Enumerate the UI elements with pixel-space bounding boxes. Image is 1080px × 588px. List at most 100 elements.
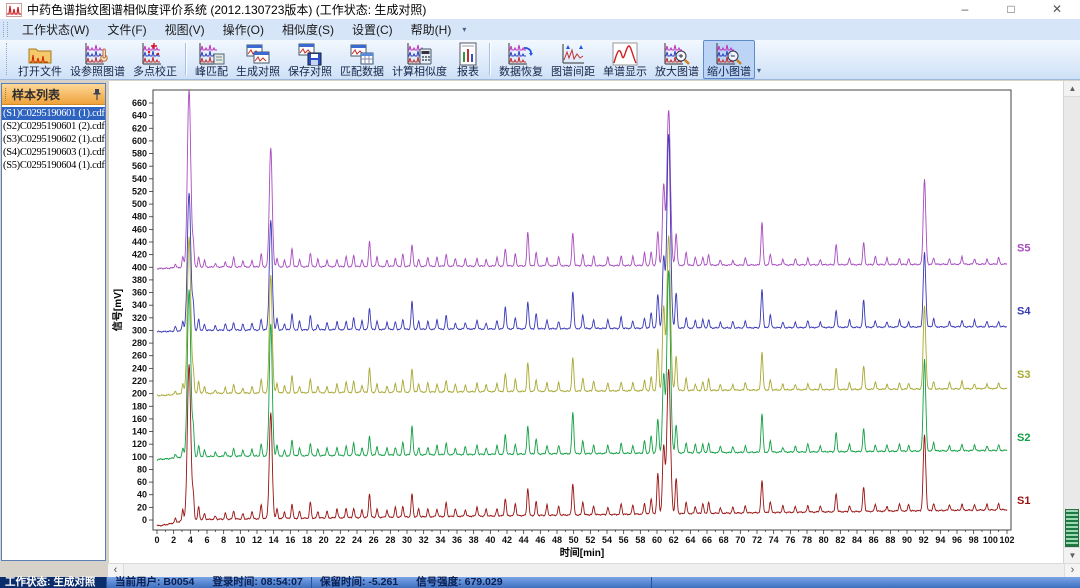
svg-text:10: 10 xyxy=(235,535,245,545)
trace-spacing-button[interactable]: 图谱间距 xyxy=(547,40,599,79)
sample-list: (S1)C0295190601 (1).cdf (S2)C0295190601 … xyxy=(2,105,105,560)
report-icon xyxy=(455,42,481,66)
svg-text:102: 102 xyxy=(999,535,1014,545)
svg-text:68: 68 xyxy=(719,535,729,545)
scroll-down-icon[interactable]: ▼ xyxy=(1064,547,1080,563)
vertical-scrollbar[interactable]: ▲ ▼ xyxy=(1063,81,1080,563)
maximize-icon[interactable]: □ xyxy=(988,0,1034,19)
multi-point-calibration-button[interactable]: 多点校正 xyxy=(129,40,181,79)
data-restore-button[interactable]: 数据恢复 xyxy=(495,40,547,79)
vertical-scrollbar-thumb[interactable] xyxy=(1065,509,1079,547)
series-label-S5: S5 xyxy=(1017,242,1030,254)
zoom-out-chart-button[interactable]: 缩小图谱 xyxy=(703,40,755,79)
menu-file[interactable]: 文件(F) xyxy=(98,19,155,40)
sample-item-s1[interactable]: (S1)C0295190601 (1).cdf xyxy=(2,107,105,120)
match-data-button[interactable]: 匹配数据 xyxy=(336,40,388,79)
svg-text:2: 2 xyxy=(171,535,176,545)
menu-help[interactable]: 帮助(H) xyxy=(402,19,461,40)
status-bar: 工作状态: 生成对照 当前用户: B0054 登录时间: 08:54:07 保留… xyxy=(0,577,1080,588)
svg-text:60: 60 xyxy=(652,535,662,545)
series-S4-trace xyxy=(157,134,1007,332)
data-restore-icon xyxy=(508,42,534,66)
svg-text:98: 98 xyxy=(969,535,979,545)
set-reference-icon xyxy=(85,42,111,66)
signal-intensity: 信号强度: 679.029 xyxy=(416,577,502,588)
svg-text:18: 18 xyxy=(302,535,312,545)
menu-settings[interactable]: 设置(C) xyxy=(343,19,402,40)
svg-text:0: 0 xyxy=(154,535,159,545)
save-reference-button[interactable]: 保存对照 xyxy=(284,40,336,79)
peak-match-button[interactable]: 峰匹配 xyxy=(191,40,232,79)
calc-similarity-button[interactable]: 计算相似度 xyxy=(388,40,451,79)
svg-text:22: 22 xyxy=(335,535,345,545)
svg-text:12: 12 xyxy=(252,535,262,545)
svg-text:42: 42 xyxy=(502,535,512,545)
series-label-S2: S2 xyxy=(1017,432,1030,444)
menu-work-state[interactable]: 工作状态(W) xyxy=(13,19,98,40)
pin-icon[interactable] xyxy=(92,88,102,101)
series-label-S4: S4 xyxy=(1017,306,1031,318)
toolbar-overflow-icon[interactable]: ▾ xyxy=(757,66,761,75)
svg-text:500: 500 xyxy=(132,199,147,209)
svg-text:40: 40 xyxy=(137,490,147,500)
svg-text:540: 540 xyxy=(132,174,147,184)
svg-text:660: 660 xyxy=(132,98,147,108)
svg-text:320: 320 xyxy=(132,313,147,323)
horizontal-scrollbar[interactable]: ‹ › xyxy=(108,563,1080,577)
signal-status-segment: 保留时间: -5.261 信号强度: 679.029 xyxy=(311,577,651,588)
sample-item-s4[interactable]: (S4)C0295190603 (1).cdf xyxy=(2,146,105,159)
chromatogram-chart[interactable]: 0246810121416182022242628303234363840424… xyxy=(109,81,1063,563)
svg-text:74: 74 xyxy=(769,535,779,545)
svg-text:220: 220 xyxy=(132,376,147,386)
series-label-S3: S3 xyxy=(1017,369,1030,381)
sample-item-s3[interactable]: (S3)C0295190602 (1).cdf xyxy=(2,133,105,146)
toolbar-separator xyxy=(185,43,187,75)
svg-text:180: 180 xyxy=(132,401,147,411)
sample-item-s2[interactable]: (S2)C0295190601 (2).cdf xyxy=(2,120,105,133)
svg-text:4: 4 xyxy=(188,535,193,545)
menu-similarity[interactable]: 相似度(S) xyxy=(273,19,343,40)
sample-list-title: 样本列表 xyxy=(12,86,92,103)
open-file-button[interactable]: 打开文件 xyxy=(14,40,66,79)
svg-text:50: 50 xyxy=(569,535,579,545)
work-state-status: 工作状态: 生成对照 xyxy=(0,577,106,588)
scroll-right-icon[interactable]: › xyxy=(1064,564,1080,577)
zoom-in-icon xyxy=(664,42,690,66)
svg-text:52: 52 xyxy=(585,535,595,545)
zoom-in-chart-button[interactable]: 放大图谱 xyxy=(651,40,703,79)
scroll-up-icon[interactable]: ▲ xyxy=(1064,81,1080,97)
current-user: 当前用户: B0054 xyxy=(115,577,194,588)
sample-item-s5[interactable]: (S5)C0295190604 (1).cdf xyxy=(2,159,105,172)
peak-match-icon xyxy=(199,42,225,66)
single-trace-icon xyxy=(612,42,638,66)
sample-list-header: 样本列表 xyxy=(2,84,105,105)
menu-view[interactable]: 视图(V) xyxy=(156,19,214,40)
svg-text:140: 140 xyxy=(132,427,147,437)
svg-text:24: 24 xyxy=(352,535,362,545)
svg-text:640: 640 xyxy=(132,111,147,121)
svg-text:420: 420 xyxy=(132,250,147,260)
multi-point-calibration-icon xyxy=(142,42,168,66)
svg-text:94: 94 xyxy=(935,535,945,545)
single-trace-button[interactable]: 单谱显示 xyxy=(599,40,651,79)
minimize-icon[interactable]: – xyxy=(942,0,988,19)
svg-text:360: 360 xyxy=(132,288,147,298)
close-icon[interactable]: ✕ xyxy=(1034,0,1080,19)
toolbar: 打开文件 设参照图谱 多点校正 峰匹配 生成对照 保存对照 匹配数据 计算相似度… xyxy=(0,40,1080,80)
app-icon xyxy=(6,3,22,17)
svg-text:84: 84 xyxy=(852,535,862,545)
menu-overflow-icon[interactable]: ▾ xyxy=(462,25,466,34)
status-filler xyxy=(651,577,1080,588)
svg-text:34: 34 xyxy=(435,535,445,545)
generate-reference-button[interactable]: 生成对照 xyxy=(232,40,284,79)
menu-grip xyxy=(3,22,8,37)
report-button[interactable]: 报表 xyxy=(451,40,485,79)
chromatogram-svg: 0246810121416182022242628303234363840424… xyxy=(109,81,1063,563)
svg-text:0: 0 xyxy=(142,515,147,525)
set-reference-button[interactable]: 设参照图谱 xyxy=(66,40,129,79)
svg-text:26: 26 xyxy=(369,535,379,545)
title-bar: 中药色谱指纹图谱相似度评价系统 (2012.130723版本) (工作状态: 生… xyxy=(0,0,1080,20)
svg-text:440: 440 xyxy=(132,237,147,247)
svg-text:340: 340 xyxy=(132,300,147,310)
menu-operate[interactable]: 操作(O) xyxy=(214,19,273,40)
